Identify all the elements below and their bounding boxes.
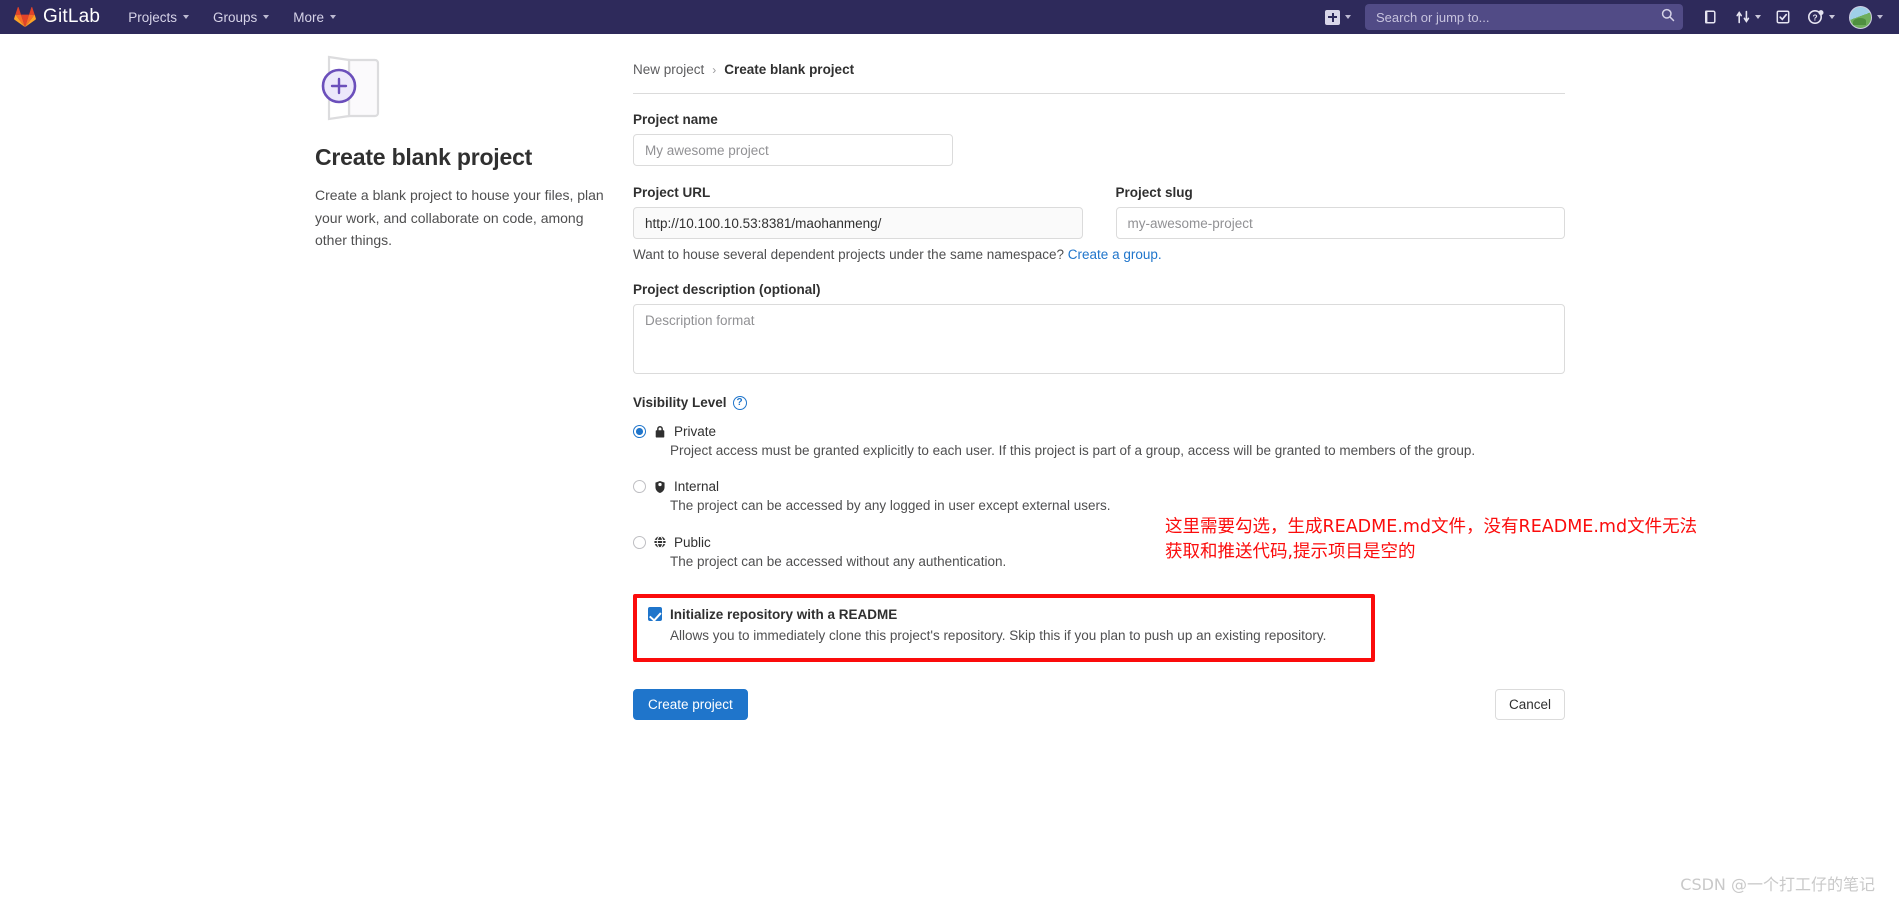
cancel-button[interactable]: Cancel	[1494, 689, 1565, 720]
project-name-input[interactable]	[633, 134, 953, 166]
chevron-down-icon	[1755, 15, 1761, 19]
csdn-watermark: CSDN @一个打工仔的笔记	[1680, 875, 1875, 894]
breadcrumb: New project › Create blank project	[633, 62, 1565, 77]
svg-text:?: ?	[1812, 12, 1817, 22]
search-placeholder: Search or jump to...	[1376, 9, 1490, 25]
navbar-left-section: GitLab Projects Groups More	[14, 0, 348, 34]
project-slug-input[interactable]	[1115, 207, 1565, 239]
help-icon[interactable]: ?	[1801, 0, 1839, 34]
gitlab-fox-logo-icon	[14, 6, 36, 28]
nav-item-more[interactable]: More	[281, 0, 348, 34]
readme-checkbox-row[interactable]: Initialize repository with a README	[648, 607, 1359, 622]
visibility-option-private[interactable]: Private Project access must be granted e…	[633, 424, 1565, 461]
lock-icon	[653, 425, 667, 439]
namespace-hint-text: Want to house several dependent projects…	[633, 247, 1065, 262]
visibility-option-internal[interactable]: Internal The project can be accessed by …	[633, 479, 1565, 516]
promo-title: Create blank project	[315, 144, 533, 170]
blank-project-folder-plus-icon	[315, 52, 407, 128]
initialize-readme-description: Allows you to immediately clone this pro…	[670, 627, 1327, 643]
breadcrumb-separator: ›	[712, 62, 717, 77]
chevron-down-icon	[1877, 15, 1883, 19]
blank-project-promo: Create blank project Create a blank proj…	[315, 52, 607, 252]
issues-icon[interactable]	[1695, 0, 1727, 34]
project-slug-field-group: Project slug	[1115, 185, 1565, 239]
shield-icon	[653, 480, 667, 494]
question-circle-icon[interactable]: ?	[732, 395, 747, 410]
project-url-label: Project URL	[633, 185, 711, 200]
search-icon	[1661, 8, 1675, 27]
chevron-down-icon	[1345, 15, 1351, 19]
create-blank-project-form: New project › Create blank project Proje…	[633, 62, 1565, 720]
breadcrumb-new-project[interactable]: New project	[633, 62, 704, 77]
namespace-hint: Want to house several dependent projects…	[633, 247, 1565, 262]
readme-highlight-box: Initialize repository with a README Allo…	[633, 593, 1375, 662]
visibility-name-public: Public	[674, 534, 711, 550]
project-name-label: Project name	[633, 112, 718, 127]
nav-item-more-label: More	[293, 9, 325, 25]
visibility-name-internal: Internal	[674, 479, 720, 495]
visibility-level-heading: Visibility Level ?	[633, 395, 1565, 410]
top-navbar: GitLab Projects Groups More Search or ju…	[0, 0, 1899, 34]
project-description-textarea[interactable]	[633, 304, 1565, 374]
search-input[interactable]: Search or jump to...	[1365, 4, 1683, 30]
nav-item-groups[interactable]: Groups	[201, 0, 281, 34]
plus-square-icon	[1325, 9, 1340, 25]
nav-item-projects[interactable]: Projects	[116, 0, 201, 34]
form-actions: Create project Cancel	[633, 689, 1565, 720]
chevron-down-icon	[330, 15, 337, 19]
project-url-slug-row: Project URL Project slug	[633, 185, 1565, 239]
project-url-field-group: Project URL	[633, 185, 1083, 239]
create-project-button[interactable]: Create project	[633, 689, 748, 720]
chevron-down-icon	[1829, 15, 1835, 19]
brand-name: GitLab	[43, 6, 101, 27]
chevron-down-icon	[263, 15, 270, 19]
visibility-radio-public[interactable]	[633, 535, 646, 549]
visibility-radio-internal[interactable]	[633, 480, 646, 494]
visibility-name-private: Private	[674, 424, 717, 439]
visibility-radio-private[interactable]	[633, 425, 646, 438]
promo-description: Create a blank project to house your fil…	[315, 187, 604, 249]
project-url-input[interactable]	[633, 207, 1083, 239]
chevron-down-icon	[182, 15, 189, 19]
gitlab-home-link[interactable]: GitLab	[14, 6, 100, 28]
red-annotation-text: 这里需要勾选，生成README.md文件，没有README.md文件无法 获取和…	[1165, 517, 1698, 562]
navbar-right-section: Search or jump to... ?	[1319, 0, 1889, 34]
initialize-readme-label: Initialize repository with a README	[670, 606, 898, 622]
header-divider	[633, 93, 1565, 94]
globe-icon	[653, 535, 667, 549]
nav-item-groups-label: Groups	[212, 9, 258, 25]
visibility-description-internal: The project can be accessed by any logge…	[670, 498, 1111, 514]
nav-item-projects-label: Projects	[128, 9, 177, 25]
breadcrumb-current: Create blank project	[724, 62, 855, 77]
visibility-level-label: Visibility Level	[633, 395, 727, 410]
initialize-readme-checkbox[interactable]	[648, 607, 662, 622]
user-menu-button[interactable]	[1841, 0, 1889, 34]
merge-requests-icon[interactable]	[1729, 0, 1765, 34]
visibility-description-private: Project access must be granted explicitl…	[670, 443, 1476, 458]
create-new-button[interactable]	[1319, 0, 1357, 34]
avatar	[1849, 5, 1872, 29]
project-name-field-group: Project name	[633, 112, 1565, 166]
project-slug-label: Project slug	[1115, 185, 1193, 200]
todos-icon[interactable]	[1767, 0, 1799, 34]
create-a-group-link[interactable]: Create a group.	[1068, 247, 1162, 262]
project-description-field-group: Project description (optional)	[633, 282, 1565, 374]
project-description-label: Project description (optional)	[633, 282, 821, 297]
